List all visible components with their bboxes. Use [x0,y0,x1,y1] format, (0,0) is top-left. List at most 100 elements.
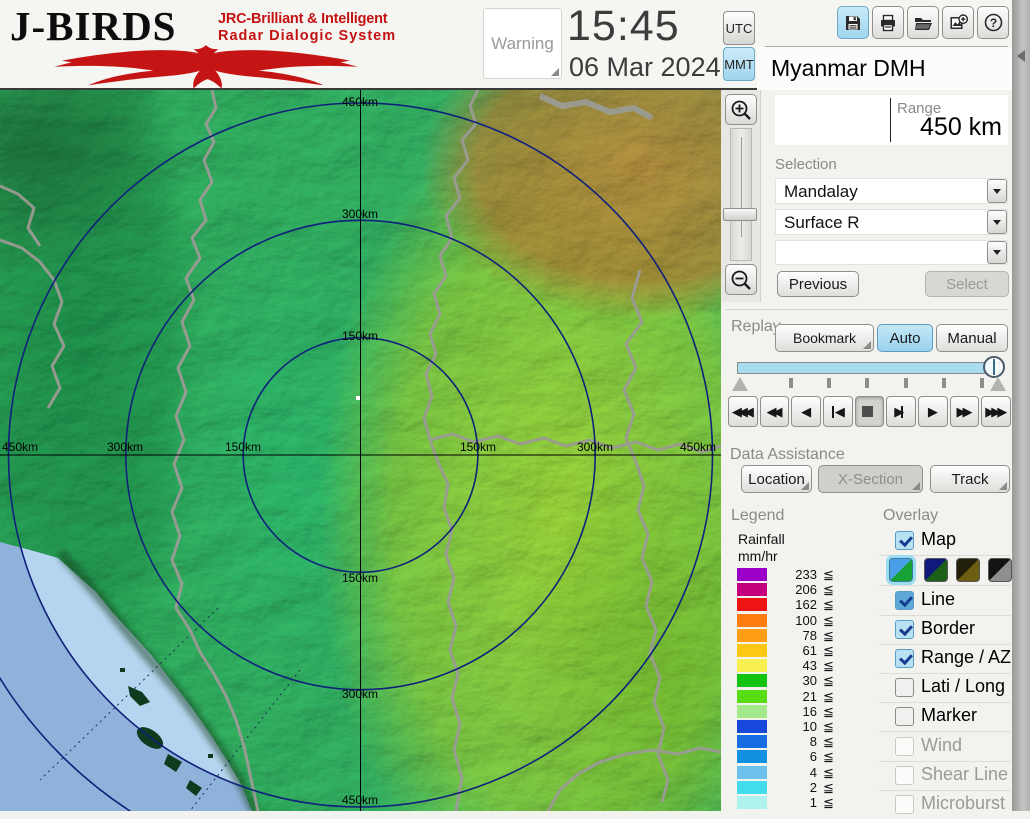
map-style-navy-darkgreen[interactable] [924,558,948,582]
checkbox-border[interactable] [895,620,914,639]
fast-forward-2-button[interactable]: ▶▶ [950,396,980,427]
replay-slider-handle[interactable] [983,356,1005,378]
clock-date: 06 Mar 2024 [569,52,721,83]
save-icon [843,13,863,33]
checkbox-wind[interactable] [895,737,914,756]
legend-color-swatch [737,598,767,611]
track-label: Track [952,471,989,488]
svg-text:300km: 300km [577,440,613,454]
legend-color-swatch [737,735,767,748]
bookmark-button[interactable]: Bookmark [775,324,874,352]
legend-color-swatch [737,674,767,687]
corner-fold-icon [999,482,1007,490]
legend-suffix: ≦ [823,689,834,705]
station-title: Myanmar DMH [771,55,926,82]
legend-row: 8≦ [737,734,847,749]
fast-rewind-2-button[interactable]: ◀◀ [760,396,790,427]
jbirds-logo: J-BIRDS JRC-Brilliant & Intelligent Rada… [6,2,436,88]
legend-row: 10≦ [737,719,847,734]
checkbox-lati-long[interactable] [895,678,914,697]
legend-row: 1≦ [737,795,847,810]
location-label: Location [748,471,805,488]
replay-slider-track[interactable] [737,362,1000,374]
zoom-out-icon [730,269,752,291]
legend-suffix: ≦ [823,643,834,659]
product-dropdown-value: Surface R [784,213,860,233]
help-icon: ? [983,12,1004,33]
dropdown-arrow-button[interactable] [987,241,1007,264]
checkbox-map[interactable] [895,531,914,550]
legend-value: 78 [769,628,817,643]
station-title-band: Myanmar DMH [757,47,1012,90]
corner-fold-icon [551,68,559,76]
range-divider [890,98,891,142]
skip-to-start-button[interactable]: ◀ [823,396,853,427]
dropdown-arrow-button[interactable] [987,179,1007,203]
range-end-marker[interactable] [990,377,1006,391]
svg-text:150km: 150km [342,329,378,343]
add-image-icon [948,13,969,33]
stop-button[interactable] [855,396,885,427]
x-section-label: X-Section [838,471,903,488]
legend-color-swatch [737,750,767,763]
zoom-slider-thumb[interactable] [723,208,757,221]
legend-value: 43 [769,658,817,673]
checkbox-line[interactable] [895,591,914,610]
legend-value: 4 [769,765,817,780]
add-image-button[interactable] [942,6,974,39]
chevron-down-icon [993,220,1001,225]
play-button[interactable]: ▶ [918,396,948,427]
legend-row: 162≦ [737,597,847,612]
legend-suffix: ≦ [823,567,834,583]
map-style-dark-olive[interactable] [956,558,980,582]
dropdown-arrow-button[interactable] [987,210,1007,234]
checkbox-marker[interactable] [895,707,914,726]
x-section-button: X-Section [818,465,923,493]
location-button[interactable]: Location [741,465,812,493]
product-dropdown[interactable]: Surface R [775,209,1008,235]
utc-button[interactable]: UTC [723,11,755,45]
open-folder-button[interactable] [907,6,939,39]
checkbox-range-az[interactable] [895,649,914,668]
range-display: Range 450 km [775,95,1008,145]
mmt-button[interactable]: MMT [723,47,755,81]
map-style-blue-green[interactable] [889,558,913,582]
help-button[interactable]: ? [977,6,1009,39]
overlay-row-lati-long: Lati / Long [881,673,1011,702]
playback-controls: ◀◀◀ ◀◀ ◀ ◀ ▶ ▶ ▶▶ ▶▶▶ [728,396,1011,427]
manual-mode-button[interactable]: Manual [936,324,1008,352]
option-dropdown[interactable] [775,240,1008,265]
previous-button[interactable]: Previous [777,271,859,297]
warning-button[interactable]: Warning [483,8,562,79]
legend-color-swatch [737,568,767,581]
play-backward-button[interactable]: ◀ [791,396,821,427]
print-button[interactable] [872,6,904,39]
checkbox-shear-line[interactable] [895,766,914,785]
tick [980,378,984,388]
zoom-slider-groove [741,137,742,237]
overlay-row-wind: Wind [881,732,1011,761]
svg-text:150km: 150km [225,440,261,454]
fast-forward-3-button[interactable]: ▶▶▶ [981,396,1011,427]
legend-color-swatch [737,583,767,596]
checkbox-microburst[interactable] [895,795,914,814]
zoom-out-button[interactable] [725,264,757,295]
legend-suffix: ≦ [823,734,834,750]
skip-to-end-button[interactable]: ▶ [886,396,916,427]
legend-row: 16≦ [737,704,847,719]
range-start-marker[interactable] [732,377,748,391]
track-button[interactable]: Track [930,465,1010,493]
zoom-in-button[interactable] [725,94,757,125]
save-button[interactable] [837,6,869,39]
auto-mode-button[interactable]: Auto [877,324,933,352]
zoom-slider-track[interactable] [730,128,752,261]
map-style-black-gray[interactable] [988,558,1012,582]
station-dropdown[interactable]: Mandalay [775,178,1008,204]
header-bar: J-BIRDS JRC-Brilliant & Intelligent Rada… [0,0,1012,90]
legend-row: 43≦ [737,658,847,673]
radar-map-canvas[interactable]: 450km 300km 150km 150km 300km 450km 450k… [0,90,721,811]
collapsed-side-strip[interactable] [1012,0,1030,811]
overlay-item-label: Line [921,589,955,610]
fast-rewind-3-button[interactable]: ◀◀◀ [728,396,758,427]
svg-text:300km: 300km [342,687,378,701]
